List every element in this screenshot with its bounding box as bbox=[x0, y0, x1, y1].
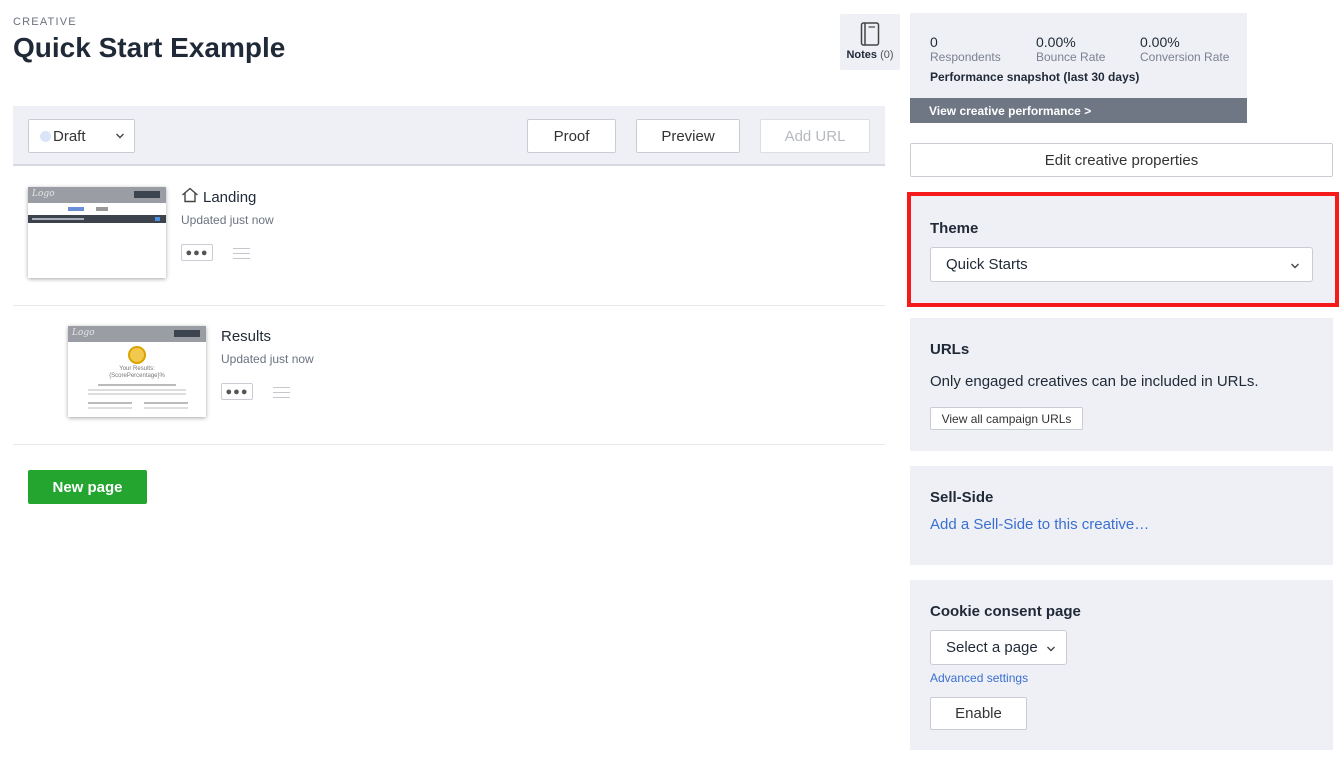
notebook-icon bbox=[860, 22, 880, 46]
status-label: Draft bbox=[53, 127, 86, 145]
page-title: Quick Start Example bbox=[13, 32, 286, 63]
thumb-logo: Logo bbox=[72, 328, 95, 338]
theme-select[interactable]: Quick Starts bbox=[930, 247, 1313, 282]
page-eyebrow: CREATIVE bbox=[13, 16, 77, 28]
new-page-button[interactable]: New page bbox=[28, 470, 147, 504]
status-dot-icon bbox=[40, 131, 51, 142]
stat-respondents: 0 Respondents bbox=[930, 34, 1001, 64]
chevron-down-icon bbox=[1047, 646, 1055, 652]
row-divider bbox=[13, 444, 885, 445]
status-dropdown[interactable]: Draft bbox=[28, 119, 135, 153]
drag-handle-icon[interactable] bbox=[273, 387, 290, 399]
sellside-heading: Sell-Side bbox=[930, 489, 994, 506]
theme-heading: Theme bbox=[930, 220, 979, 237]
view-performance-link[interactable]: View creative performance > bbox=[910, 98, 1247, 123]
performance-caption: Performance snapshot (last 30 days) bbox=[930, 70, 1140, 84]
view-campaign-urls-button[interactable]: View all campaign URLs bbox=[930, 407, 1083, 430]
edit-properties-button[interactable]: Edit creative properties bbox=[910, 143, 1333, 177]
page-name-landing[interactable]: Landing bbox=[203, 189, 256, 206]
thumb-results-score: {ScorePercentage}% bbox=[109, 373, 165, 379]
cookie-consent-section: Cookie consent page Select a page Advanc… bbox=[910, 580, 1333, 750]
stat-bounce-rate: 0.00% Bounce Rate bbox=[1036, 34, 1106, 64]
page-updated-results: Updated just now bbox=[221, 352, 314, 366]
proof-button[interactable]: Proof bbox=[527, 119, 616, 153]
stat-conversion-rate: 0.00% Conversion Rate bbox=[1140, 34, 1230, 64]
drag-handle-icon[interactable] bbox=[233, 248, 250, 260]
theme-select-value: Quick Starts bbox=[946, 256, 1028, 273]
preview-button[interactable]: Preview bbox=[636, 119, 740, 153]
thumb-results-heading: Your Results: bbox=[119, 366, 155, 372]
urls-section: URLs Only engaged creatives can be inclu… bbox=[910, 318, 1333, 451]
thumb-logo: Logo bbox=[32, 189, 55, 199]
cookie-select-value: Select a page bbox=[946, 639, 1038, 656]
urls-text: Only engaged creatives can be included i… bbox=[930, 373, 1259, 390]
advanced-settings-link[interactable]: Advanced settings bbox=[930, 671, 1028, 685]
landing-thumbnail[interactable]: Logo bbox=[28, 187, 166, 278]
notes-label: Notes (0) bbox=[846, 49, 894, 61]
results-thumbnail[interactable]: Logo Your Results: {ScorePercentage}% bbox=[68, 326, 206, 417]
page-menu-button[interactable]: ●●● bbox=[181, 244, 213, 261]
sellside-section: Sell-Side Add a Sell-Side to this creati… bbox=[910, 466, 1333, 565]
add-sellside-link[interactable]: Add a Sell-Side to this creative… bbox=[930, 516, 1149, 533]
cookie-page-select[interactable]: Select a page bbox=[930, 630, 1067, 665]
enable-button[interactable]: Enable bbox=[930, 697, 1027, 730]
theme-section: Theme Quick Starts bbox=[907, 192, 1339, 307]
page-toolbar: Draft Proof Preview Add URL bbox=[13, 106, 885, 166]
add-url-button[interactable]: Add URL bbox=[760, 119, 870, 153]
page-menu-button[interactable]: ●●● bbox=[221, 383, 253, 400]
cookie-heading: Cookie consent page bbox=[930, 603, 1081, 620]
chevron-down-icon bbox=[116, 133, 124, 139]
page-name-results[interactable]: Results bbox=[221, 328, 271, 345]
chevron-down-icon bbox=[1291, 263, 1299, 269]
urls-heading: URLs bbox=[930, 341, 970, 358]
row-divider bbox=[13, 305, 885, 306]
page-updated-landing: Updated just now bbox=[181, 213, 274, 227]
notes-button[interactable]: Notes (0) bbox=[840, 14, 900, 70]
home-icon bbox=[181, 187, 199, 203]
